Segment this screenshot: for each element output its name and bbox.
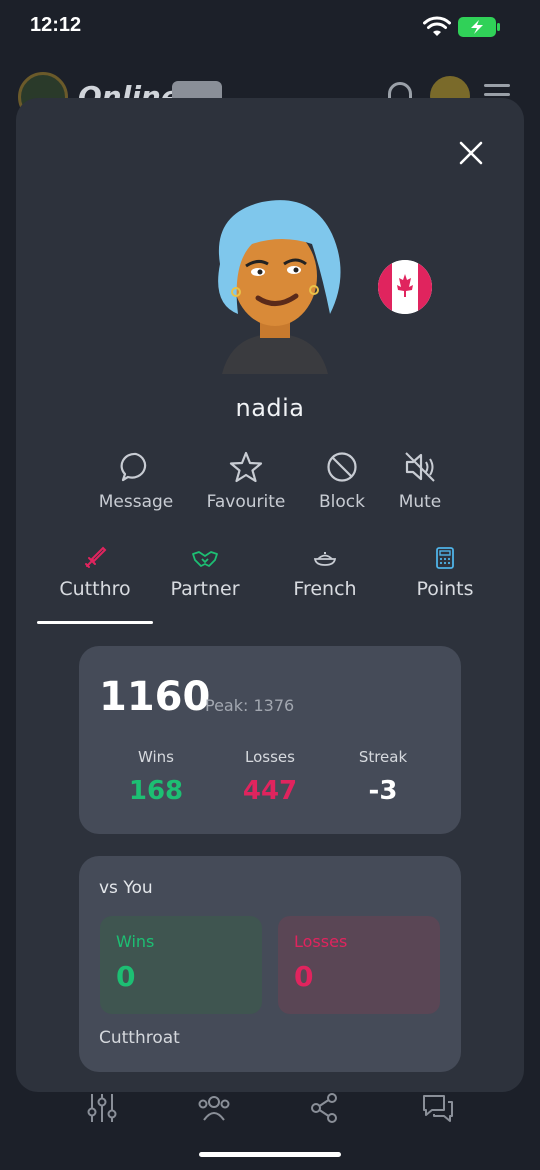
vs-losses-label: Losses bbox=[294, 932, 348, 951]
share-icon[interactable] bbox=[308, 1092, 340, 1124]
status-bar: 12:12 bbox=[0, 0, 540, 54]
tab-cutthroat[interactable]: Cutthro bbox=[36, 546, 154, 600]
tab-cutthroat-label: Cutthro bbox=[59, 578, 131, 600]
status-time: 12:12 bbox=[30, 14, 82, 36]
vs-wins-box: Wins 0 bbox=[100, 916, 262, 1014]
vs-wins-label: Wins bbox=[116, 932, 155, 951]
pot-icon bbox=[313, 552, 337, 566]
tab-partner-label: Partner bbox=[170, 578, 240, 600]
tab-french-label: French bbox=[293, 578, 357, 600]
calculator-icon bbox=[436, 547, 454, 569]
vs-losses-box: Losses 0 bbox=[278, 916, 440, 1014]
battery-charging-icon bbox=[458, 17, 500, 37]
vs-you-title: vs You bbox=[99, 878, 153, 898]
vs-you-card: vs You Wins 0 Losses 0 Cutthroat bbox=[79, 856, 461, 1072]
mute-icon bbox=[405, 452, 435, 482]
streak-label: Streak bbox=[358, 748, 408, 766]
wins-stat: Wins 168 bbox=[101, 748, 211, 806]
wins-label: Wins bbox=[138, 748, 174, 766]
game-mode-tabs: Cutthro Partner French Points bbox=[36, 546, 506, 626]
tab-points-label: Points bbox=[416, 578, 474, 600]
mute-button[interactable]: Mute bbox=[365, 450, 475, 512]
star-icon bbox=[229, 451, 263, 483]
block-icon bbox=[327, 452, 357, 482]
tab-french[interactable]: French bbox=[266, 546, 384, 600]
sliders-icon[interactable] bbox=[86, 1092, 118, 1124]
losses-stat: Losses 447 bbox=[215, 748, 325, 806]
losses-value: 447 bbox=[242, 776, 298, 806]
vs-losses-value: 0 bbox=[294, 960, 314, 993]
player-profile-modal: nadia Message Favourite Block Mute Cutth… bbox=[16, 98, 524, 1092]
chat-icon[interactable] bbox=[420, 1092, 456, 1124]
friends-icon[interactable] bbox=[196, 1092, 232, 1124]
close-icon[interactable] bbox=[456, 138, 486, 168]
home-indicator bbox=[199, 1152, 341, 1157]
vs-wins-value: 0 bbox=[116, 960, 136, 993]
sword-icon bbox=[85, 546, 107, 568]
vs-mode-label: Cutthroat bbox=[99, 1028, 180, 1048]
favourite-label: Favourite bbox=[206, 492, 286, 512]
peak-rating: Peak: 1376 bbox=[205, 696, 295, 715]
chat-bubble-icon bbox=[120, 452, 147, 482]
losses-label: Losses bbox=[245, 748, 295, 766]
streak-value: -3 bbox=[368, 776, 398, 806]
mute-label: Mute bbox=[398, 492, 442, 512]
profile-actions: Message Favourite Block Mute bbox=[86, 450, 486, 520]
streak-stat: Streak -3 bbox=[328, 748, 438, 806]
player-avatar bbox=[218, 200, 341, 374]
message-button[interactable]: Message bbox=[81, 450, 191, 512]
player-username: nadia bbox=[235, 394, 305, 422]
current-rating: 1160 bbox=[99, 674, 211, 720]
tab-partner[interactable]: Partner bbox=[146, 546, 264, 600]
country-flag-canada bbox=[378, 260, 432, 314]
wifi-icon bbox=[423, 16, 451, 36]
handshake-icon bbox=[192, 551, 218, 567]
tab-points[interactable]: Points bbox=[386, 546, 504, 600]
bottom-nav bbox=[0, 1088, 540, 1138]
rating-card: 1160 Peak: 1376 Wins 168 Losses 447 Stre… bbox=[79, 646, 461, 834]
active-tab-indicator bbox=[37, 621, 153, 624]
wins-value: 168 bbox=[128, 776, 184, 806]
message-label: Message bbox=[98, 492, 174, 512]
favourite-button[interactable]: Favourite bbox=[191, 450, 301, 512]
